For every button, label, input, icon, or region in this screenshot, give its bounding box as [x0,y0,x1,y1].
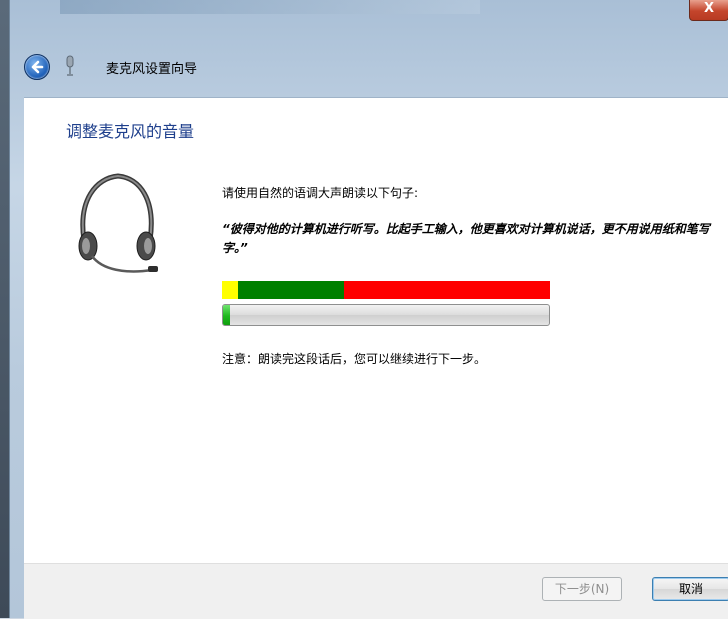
wizard-footer: 下一步(N) 取消 [24,563,728,619]
note-text: 注意：朗读完这段话后，您可以继续进行下一步。 [222,352,487,366]
zone-green [238,281,344,299]
zone-yellow [222,281,238,299]
window-title: 麦克风设置向导 [106,62,198,77]
instruction-text: 请使用自然的语调大声朗读以下句子: [222,186,419,200]
back-arrow-icon [31,60,44,74]
title-bar [60,0,480,14]
wizard-content: 调整麦克风的音量 请使用自然的语调大声朗读以下句子: “彼得对他的计算机进行听写… [24,97,728,564]
back-button[interactable] [24,54,50,80]
page-heading: 调整麦克风的音量 [66,122,195,141]
volume-meter-fill [223,305,230,325]
wizard-nav-bar: 麦克风设置向导 [16,50,728,84]
microphone-icon [66,55,74,76]
cancel-button[interactable]: 取消 [652,577,728,601]
reading-sentence: “彼得对他的计算机进行听写。比起手工输入，他更喜欢对计算机说话，更不用说用纸和笔… [222,222,710,255]
next-button[interactable]: 下一步(N) [542,577,622,601]
volume-meter [222,304,550,326]
headset-icon [78,173,158,273]
volume-zone-bar [222,281,550,299]
close-button[interactable]: X [689,0,728,21]
zone-red [344,281,550,299]
